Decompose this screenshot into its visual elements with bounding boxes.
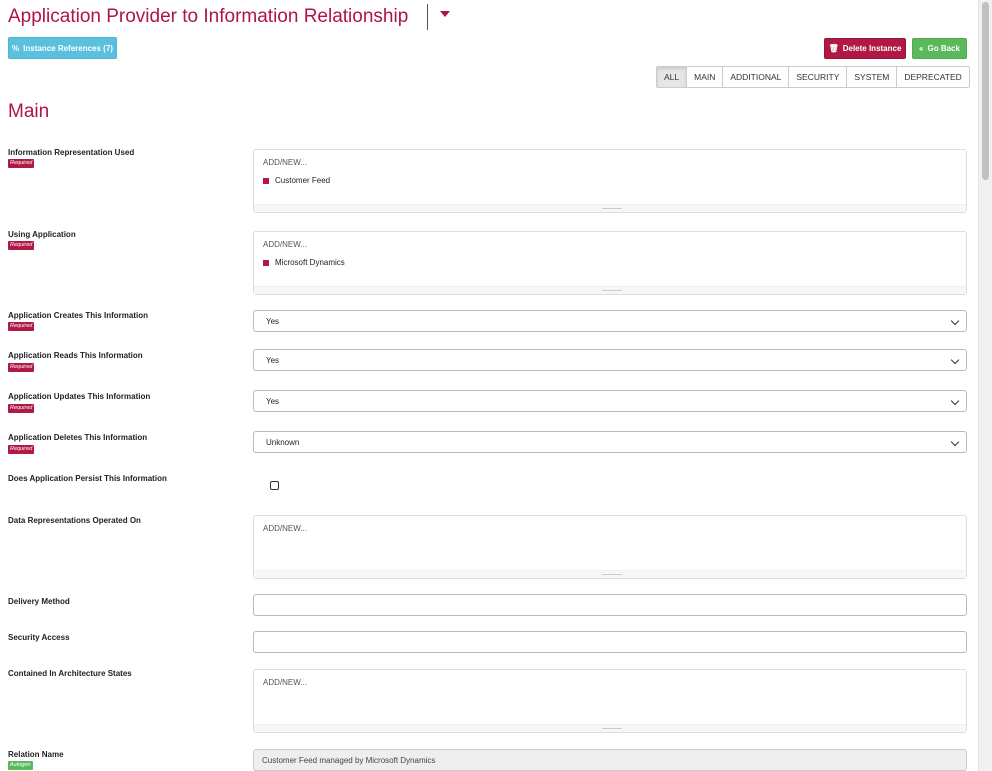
deletes-value: Unknown (266, 437, 300, 447)
creates-select[interactable]: Yes (253, 310, 967, 332)
info-rep-label: Information Representation Used (8, 148, 135, 157)
autogen-badge: Autogen (8, 761, 33, 770)
chevron-down-icon (950, 396, 960, 406)
data-reps-label: Data Representations Operated On (8, 516, 141, 525)
info-rep-item[interactable]: Customer Feed (263, 176, 330, 185)
chevron-down-icon (950, 316, 960, 326)
tab-deprecated[interactable]: DEPRECATED (897, 67, 969, 87)
page-title: Application Provider to Information Rela… (8, 6, 409, 27)
resize-grip[interactable] (602, 574, 622, 575)
creates-label: Application Creates This Information (8, 311, 149, 320)
tab-security[interactable]: SECURITY (789, 67, 848, 87)
go-back-button[interactable]: « Go Back (912, 38, 967, 59)
persist-checkbox[interactable] (270, 481, 279, 490)
required-badge: Required (8, 322, 35, 331)
resize-grip[interactable] (602, 728, 622, 729)
persist-label: Does Application Persist This Informatio… (8, 474, 167, 483)
deletes-label: Application Deletes This Information (8, 433, 148, 442)
required-badge: Required (8, 241, 35, 250)
deletes-select[interactable]: Unknown (253, 431, 967, 453)
using-app-add-new[interactable]: ADD/NEW... (263, 240, 307, 249)
item-marker-icon (263, 177, 269, 184)
delivery-input[interactable] (253, 594, 967, 616)
reads-label: Application Reads This Information (8, 351, 143, 360)
tab-additional[interactable]: ADDITIONAL (723, 67, 790, 87)
instance-references-button[interactable]: % Instance References (7) (8, 37, 117, 59)
security-input[interactable] (253, 631, 967, 653)
relation-name-input: Customer Feed managed by Microsoft Dynam… (253, 749, 967, 771)
delete-instance-button[interactable]: 🗑 Delete Instance (824, 38, 906, 59)
resize-grip[interactable] (602, 208, 622, 209)
using-app-item-label: Microsoft Dynamics (275, 258, 345, 267)
resize-grip[interactable] (602, 290, 622, 291)
chevron-down-icon (950, 355, 960, 365)
required-badge: Required (8, 363, 35, 372)
updates-value: Yes (266, 396, 280, 406)
using-app-label: Using Application (8, 230, 76, 239)
page-scrollbar[interactable] (978, 0, 992, 771)
tab-all[interactable]: ALL (657, 67, 688, 87)
delivery-label: Delivery Method (8, 597, 70, 606)
creates-value: Yes (266, 316, 280, 326)
data-reps-multiselect: ADD/NEW... (253, 515, 967, 579)
info-rep-add-new[interactable]: ADD/NEW... (263, 158, 307, 167)
arch-states-add-new[interactable]: ADD/NEW... (263, 678, 307, 687)
relation-name-label: Relation Name (8, 750, 64, 759)
security-label: Security Access (8, 633, 70, 642)
required-badge: Required (8, 404, 35, 413)
using-app-multiselect: ADD/NEW... Microsoft Dynamics (253, 231, 967, 295)
delete-instance-label: Delete Instance (842, 44, 902, 53)
tab-main[interactable]: MAIN (687, 67, 724, 87)
trash-icon: 🗑 (828, 44, 839, 53)
required-badge: Required (8, 445, 35, 454)
using-app-item[interactable]: Microsoft Dynamics (263, 258, 345, 267)
title-row: Application Provider to Information Rela… (8, 4, 408, 30)
updates-select[interactable]: Yes (253, 390, 967, 412)
required-badge: Required (8, 159, 35, 168)
scrollbar-thumb[interactable] (982, 2, 989, 180)
instance-references-label: Instance References (7) (23, 43, 113, 53)
double-chevron-left-icon: « (919, 44, 924, 53)
updates-label: Application Updates This Information (8, 392, 151, 401)
arch-states-label: Contained In Architecture States (8, 669, 132, 678)
info-rep-item-label: Customer Feed (275, 176, 331, 185)
link-icon: % (12, 43, 20, 53)
chevron-down-icon (950, 437, 960, 447)
reads-value: Yes (266, 355, 280, 365)
arch-states-multiselect: ADD/NEW... (253, 669, 967, 733)
page: Application Provider to Information Rela… (0, 0, 978, 771)
title-divider (427, 4, 428, 30)
reads-select[interactable]: Yes (253, 349, 967, 371)
go-back-label: Go Back (927, 44, 960, 53)
filter-tabs: ALL MAIN ADDITIONAL SECURITY SYSTEM DEPR… (656, 66, 970, 88)
data-reps-add-new[interactable]: ADD/NEW... (263, 524, 307, 533)
info-rep-multiselect: ADD/NEW... Customer Feed (253, 149, 967, 213)
title-dropdown-caret-icon[interactable] (440, 11, 450, 17)
item-marker-icon (263, 259, 269, 266)
section-title: Main (8, 101, 50, 122)
tab-system[interactable]: SYSTEM (847, 67, 898, 87)
